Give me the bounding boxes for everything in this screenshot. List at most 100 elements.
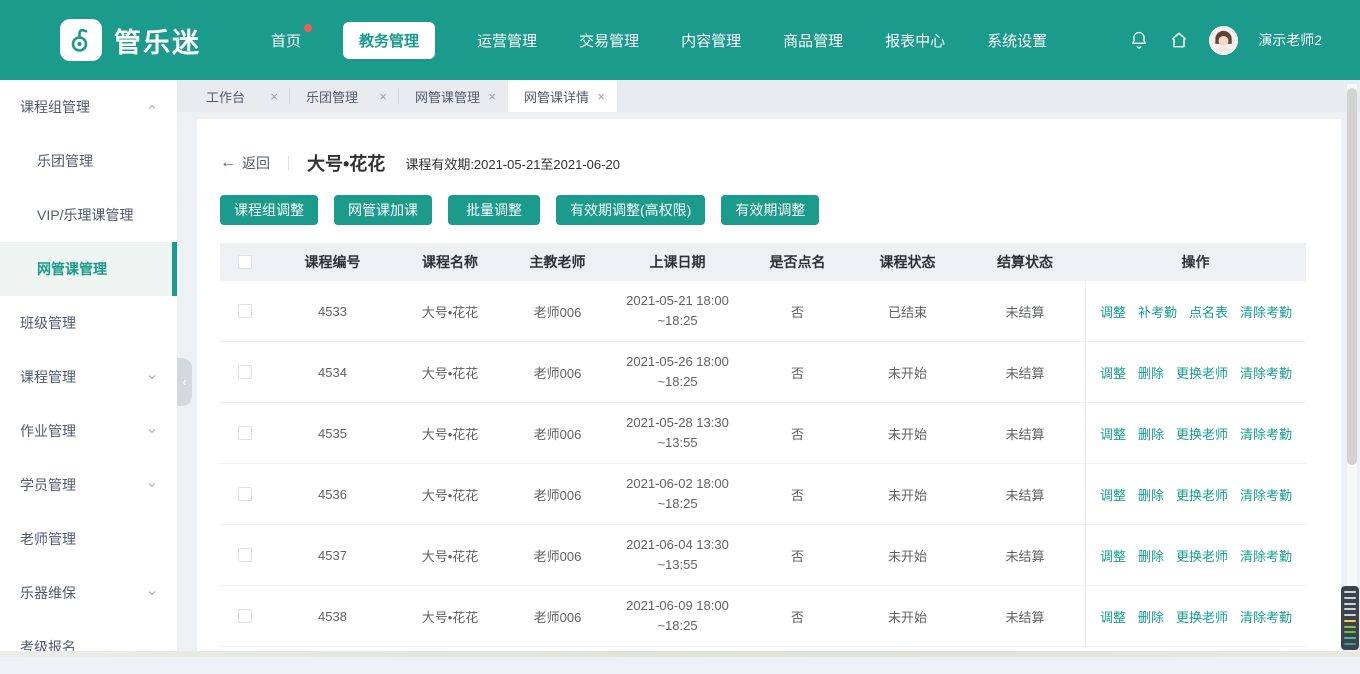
row-checkbox[interactable] [238, 426, 252, 440]
action-adjust-link[interactable]: 调整 [1100, 485, 1126, 504]
table-row: 4534 大号•花花 老师006 2021-05-26 18:00~18:25 … [220, 342, 1306, 403]
batch-adjust-button[interactable]: 批量调整 [448, 195, 540, 225]
close-icon[interactable]: × [379, 89, 387, 104]
tab-online-course-detail[interactable]: 网管课详情 × [508, 80, 617, 112]
nav-item-academic[interactable]: 教务管理 [343, 22, 435, 59]
action-adjust-link[interactable]: 调整 [1100, 302, 1126, 321]
sidebar-item-class-mgmt[interactable]: 班级管理 [0, 296, 177, 350]
close-icon[interactable]: × [270, 89, 278, 104]
sidebar-item-band-mgmt[interactable]: 乐团管理 [0, 134, 177, 188]
action-delete-link[interactable]: 删除 [1138, 485, 1164, 504]
sidebar-item-grade-exam-signup[interactable]: 考级报名 [0, 620, 177, 674]
chevron-up-icon [147, 102, 157, 112]
table-row: 4533 大号•花花 老师006 2021-05-21 18:00~18:25 … [220, 281, 1306, 342]
nav-item-settings[interactable]: 系统设置 [987, 30, 1047, 51]
course-validity: 课程有效期:2021-05-21至2021-06-20 [405, 154, 620, 173]
course-table: 课程编号 课程名称 主教老师 上课日期 是否点名 课程状态 结算状态 操作 45… [220, 243, 1306, 647]
sidebar-collapse-handle[interactable]: ‹ [177, 358, 192, 406]
user-name[interactable]: 演示老师2 [1258, 30, 1322, 50]
action-delete-link[interactable]: 删除 [1138, 607, 1164, 626]
col-header-status: 课程状态 [850, 252, 965, 272]
action-delete-link[interactable]: 删除 [1138, 424, 1164, 443]
bell-icon[interactable] [1129, 30, 1149, 50]
nav-item-content[interactable]: 内容管理 [681, 30, 741, 51]
user-avatar[interactable] [1209, 26, 1238, 55]
action-delete-link[interactable]: 删除 [1138, 363, 1164, 382]
tab-workbench[interactable]: 工作台 × [190, 80, 290, 112]
sidebar: 课程组管理 乐团管理 VIP/乐理课管理 网管课管理 班级管理 课程管理 作业管… [0, 80, 177, 657]
main-nav: 首页 教务管理 运营管理 交易管理 内容管理 商品管理 报表中心 系统设置 [271, 22, 1047, 59]
page-header: ← 返回 大号•花花 课程有效期:2021-05-21至2021-06-20 [220, 149, 1341, 177]
col-header-course-name: 课程名称 [395, 252, 505, 272]
home-icon[interactable] [1169, 30, 1189, 50]
col-header-teacher: 主教老师 [505, 252, 610, 272]
action-delete-link[interactable]: 删除 [1138, 546, 1164, 565]
col-header-settlement: 结算状态 [965, 252, 1085, 272]
action-adjust-link[interactable]: 调整 [1100, 363, 1126, 382]
action-rollcall-sheet-link[interactable]: 点名表 [1189, 302, 1228, 321]
row-checkbox[interactable] [238, 304, 252, 318]
action-adjust-link[interactable]: 调整 [1100, 424, 1126, 443]
brand-name: 管乐迷 [114, 21, 201, 60]
sidebar-item-teacher-mgmt[interactable]: 老师管理 [0, 512, 177, 566]
action-clear-attendance-link[interactable]: 清除考勤 [1240, 302, 1292, 321]
avatar-image [1210, 27, 1237, 54]
notification-dot [304, 24, 312, 32]
tab-band-mgmt[interactable]: 乐团管理 × [290, 80, 399, 112]
sidebar-item-course-mgmt[interactable]: 课程管理 [0, 350, 177, 404]
nav-item-goods[interactable]: 商品管理 [783, 30, 843, 51]
action-change-teacher-link[interactable]: 更换老师 [1176, 607, 1228, 626]
content-area: ← 返回 大号•花花 课程有效期:2021-05-21至2021-06-20 课… [177, 112, 1360, 657]
sidebar-item-instrument-maintenance[interactable]: 乐器维保 [0, 566, 177, 620]
brand-icon [60, 19, 102, 61]
row-checkbox[interactable] [238, 609, 252, 623]
col-header-course-id: 课程编号 [270, 252, 395, 272]
nav-item-home[interactable]: 首页 [271, 30, 301, 51]
table-row: 4535 大号•花花 老师006 2021-05-28 13:30~13:55 … [220, 403, 1306, 464]
validity-adjust-privileged-button[interactable]: 有效期调整(高权限) [556, 195, 705, 225]
back-arrow-icon: ← [220, 154, 236, 172]
chevron-down-icon [147, 480, 157, 490]
select-all-checkbox[interactable] [238, 255, 252, 269]
back-button[interactable]: ← 返回 [220, 153, 270, 173]
col-header-rollcall: 是否点名 [745, 252, 850, 272]
navbar-right: 演示老师2 [1129, 26, 1322, 55]
action-adjust-link[interactable]: 调整 [1100, 607, 1126, 626]
tab-online-course-mgmt[interactable]: 网管课管理 × [399, 80, 508, 112]
course-group-adjust-button[interactable]: 课程组调整 [220, 195, 318, 225]
action-clear-attendance-link[interactable]: 清除考勤 [1240, 485, 1292, 504]
table-header-row: 课程编号 课程名称 主教老师 上课日期 是否点名 课程状态 结算状态 操作 [220, 243, 1306, 281]
row-checkbox[interactable] [238, 548, 252, 562]
action-adjust-link[interactable]: 调整 [1100, 546, 1126, 565]
bottom-strip [0, 651, 1360, 657]
close-icon[interactable]: × [488, 89, 496, 104]
sidebar-item-homework-mgmt[interactable]: 作业管理 [0, 404, 177, 458]
action-change-teacher-link[interactable]: 更换老师 [1176, 546, 1228, 565]
top-navbar: 管乐迷 首页 教务管理 运营管理 交易管理 内容管理 商品管理 报表中心 系统设… [0, 0, 1360, 80]
action-change-teacher-link[interactable]: 更换老师 [1176, 424, 1228, 443]
sidebar-item-online-course-mgmt[interactable]: 网管课管理 [0, 242, 177, 296]
row-checkbox[interactable] [238, 365, 252, 379]
nav-item-operation[interactable]: 运营管理 [477, 30, 537, 51]
close-icon[interactable]: × [597, 89, 605, 104]
scrollbar-thumb[interactable] [1347, 88, 1357, 465]
action-change-teacher-link[interactable]: 更换老师 [1176, 485, 1228, 504]
action-clear-attendance-link[interactable]: 清除考勤 [1240, 607, 1292, 626]
nav-item-trade[interactable]: 交易管理 [579, 30, 639, 51]
tab-bar: 工作台 × 乐团管理 × 网管课管理 × 网管课详情 × [177, 80, 1360, 112]
add-online-course-button[interactable]: 网管课加课 [334, 195, 432, 225]
nav-item-report[interactable]: 报表中心 [885, 30, 945, 51]
sidebar-item-course-group-mgmt[interactable]: 课程组管理 [0, 80, 177, 134]
sidebar-item-vip-theory-mgmt[interactable]: VIP/乐理课管理 [0, 188, 177, 242]
action-makeup-attendance-link[interactable]: 补考勤 [1138, 302, 1177, 321]
action-clear-attendance-link[interactable]: 清除考勤 [1240, 546, 1292, 565]
action-clear-attendance-link[interactable]: 清除考勤 [1240, 363, 1292, 382]
brand-logo[interactable]: 管乐迷 [60, 19, 201, 61]
action-clear-attendance-link[interactable]: 清除考勤 [1240, 424, 1292, 443]
tuba-icon [67, 26, 95, 54]
action-change-teacher-link[interactable]: 更换老师 [1176, 363, 1228, 382]
row-checkbox[interactable] [238, 487, 252, 501]
sidebar-item-student-mgmt[interactable]: 学员管理 [0, 458, 177, 512]
header-divider [288, 156, 289, 171]
validity-adjust-button[interactable]: 有效期调整 [721, 195, 819, 225]
